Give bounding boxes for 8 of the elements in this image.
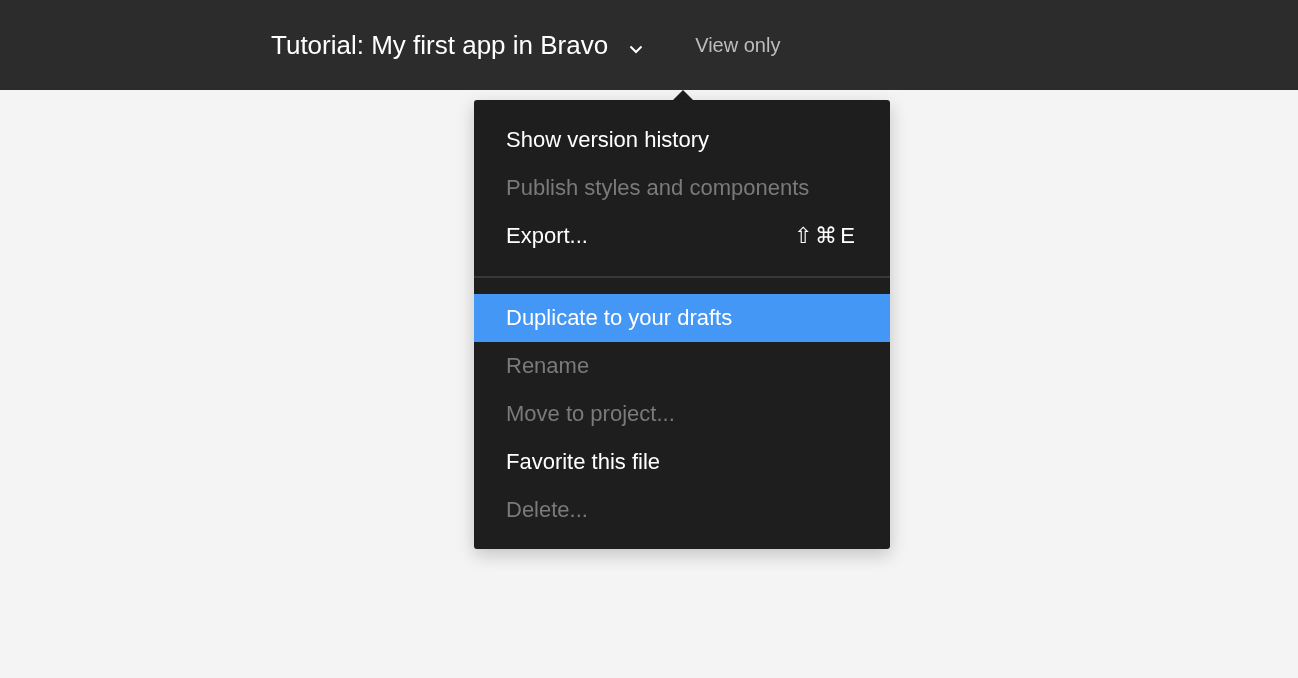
menu-item[interactable]: Favorite this file — [474, 438, 890, 486]
access-label: View only — [695, 33, 781, 57]
keyboard-shortcut: ⇧⌘E — [794, 223, 858, 249]
chevron-down-icon[interactable] — [629, 44, 644, 54]
menu-item[interactable]: Show version history — [474, 116, 890, 164]
file-title[interactable]: Tutorial: My first app in Bravo — [271, 29, 609, 61]
menu-item[interactable]: Duplicate to your drafts — [474, 294, 890, 342]
menu-item[interactable]: Export... ⇧⌘E — [474, 212, 890, 260]
